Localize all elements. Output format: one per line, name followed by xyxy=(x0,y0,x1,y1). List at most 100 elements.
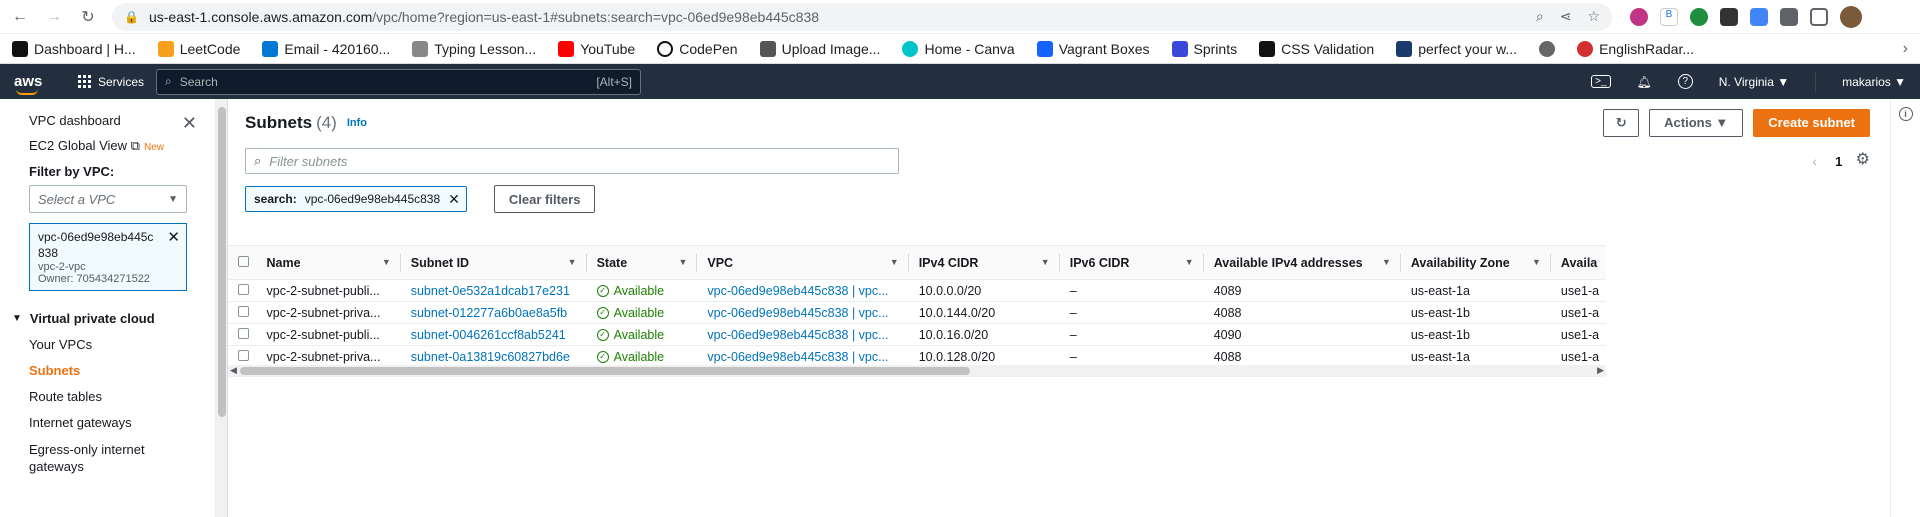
sidebar-item-your-vpcs[interactable]: Your VPCs xyxy=(29,337,215,352)
scrollbar-thumb[interactable] xyxy=(240,367,970,375)
refresh-button[interactable]: ↻ xyxy=(1603,108,1640,137)
aws-search-input[interactable]: ⌕ Search [Alt+S] xyxy=(156,68,642,95)
column-header[interactable]: Availa xyxy=(1550,245,1606,280)
sidepanel-icon[interactable] xyxy=(1810,7,1828,26)
sidebar-item-egress-only-gateways[interactable]: Egress-only internet gateways xyxy=(29,441,179,475)
bookmark-item[interactable]: LeetCode xyxy=(157,40,240,57)
bookmark-favicon-icon xyxy=(12,40,28,57)
share-icon[interactable]: ⋖ xyxy=(1560,8,1572,25)
cell-subnet-id[interactable]: subnet-0046261ccf8ab5241 xyxy=(400,323,587,346)
table-row[interactable]: vpc-2-subnet-priva... subnet-012277a6b0a… xyxy=(228,301,1606,324)
sidebar-item-internet-gateways[interactable]: Internet gateways xyxy=(29,415,215,430)
scroll-right-icon[interactable]: ▶ xyxy=(1597,365,1604,376)
caret-down-icon: ▼ xyxy=(12,313,22,324)
close-icon[interactable]: ✕ xyxy=(182,113,197,134)
settings-gear-icon[interactable]: ⚙ xyxy=(1856,149,1870,169)
row-checkbox[interactable] xyxy=(238,305,249,317)
forward-icon[interactable]: → xyxy=(44,7,64,27)
account-menu[interactable]: makarios ▼ xyxy=(1842,75,1906,89)
puzzle-icon[interactable] xyxy=(1780,7,1798,26)
cell-vpc[interactable]: vpc-06ed9e98eb445c838 | vpc... xyxy=(697,301,909,324)
scrollbar-thumb[interactable] xyxy=(218,107,226,417)
side-navigation: ✕ VPC dashboard EC2 Global View ⧉ New Fil… xyxy=(0,99,216,517)
profile-avatar[interactable] xyxy=(1840,5,1862,28)
column-header[interactable]: State ▼ xyxy=(586,245,698,280)
remove-token-icon[interactable]: ✕ xyxy=(167,228,180,246)
bookmark-item[interactable]: Vagrant Boxes xyxy=(1036,40,1150,57)
info-link[interactable]: Info xyxy=(347,117,367,129)
sidebar-section-vpc[interactable]: ▼ Virtual private cloud xyxy=(12,311,215,326)
table-row[interactable]: vpc-2-subnet-publi... subnet-0e532a1dcab… xyxy=(228,279,1606,302)
bookmark-item[interactable]: YouTube xyxy=(558,40,635,57)
cell-subnet-id[interactable]: subnet-0e532a1dcab17e231 xyxy=(400,279,587,302)
bookmarks-overflow-icon[interactable]: › xyxy=(1903,40,1908,58)
row-checkbox[interactable] xyxy=(238,327,249,339)
ninja-extension-icon[interactable] xyxy=(1720,7,1738,26)
create-subnet-button[interactable]: Create subnet xyxy=(1753,108,1870,137)
actions-button[interactable]: Actions ▼ xyxy=(1649,108,1744,137)
sidebar-scrollbar[interactable] xyxy=(216,99,228,517)
table-row[interactable]: vpc-2-subnet-publi... subnet-0046261ccf8… xyxy=(228,323,1606,346)
bookmark-favicon-icon xyxy=(1036,40,1053,57)
remove-filter-icon[interactable]: ✕ xyxy=(448,191,460,208)
cloudshell-icon[interactable]: >_ xyxy=(1591,75,1611,88)
column-header[interactable]: Name ▼ xyxy=(256,245,401,280)
scroll-left-icon[interactable]: ◀ xyxy=(230,365,237,376)
bookmark-item[interactable]: CSS Validation xyxy=(1259,40,1374,57)
row-checkbox[interactable] xyxy=(238,283,249,295)
services-menu[interactable]: Services xyxy=(78,74,144,89)
sort-icon: ▼ xyxy=(381,257,391,267)
zoom-icon[interactable]: ⌕ xyxy=(1536,8,1544,25)
b-extension-icon[interactable]: B xyxy=(1660,7,1678,26)
cell-az: us-east-1b xyxy=(1400,323,1551,346)
bookmark-item[interactable]: Dashboard | H... xyxy=(12,40,136,57)
bookmark-item[interactable]: Sprints xyxy=(1171,40,1237,57)
column-header[interactable]: VPC ▼ xyxy=(697,245,909,280)
translate-extension-icon[interactable] xyxy=(1750,7,1768,26)
star-icon[interactable]: ☆ xyxy=(1587,8,1600,25)
column-header[interactable]: IPv6 CIDR ▼ xyxy=(1059,245,1204,280)
clear-filters-button[interactable]: Clear filters xyxy=(493,185,596,213)
grammar-extension-icon[interactable] xyxy=(1690,7,1708,26)
bookmark-item[interactable]: Upload Image... xyxy=(759,40,880,57)
filter-subnets-input[interactable]: ⌕ Filter subnets xyxy=(245,148,899,174)
row-checkbox[interactable] xyxy=(238,349,249,361)
instagram-extension-icon[interactable] xyxy=(1630,7,1648,26)
back-icon[interactable]: ← xyxy=(10,7,30,27)
bookmark-item[interactable]: EnglishRadar... xyxy=(1577,40,1694,57)
sidebar-item-subnets[interactable]: Subnets xyxy=(29,363,215,378)
globe-icon xyxy=(1539,40,1556,57)
cell-subnet-id[interactable]: subnet-012277a6b0ae8a5fb xyxy=(400,301,587,324)
sort-icon: ▼ xyxy=(1381,257,1391,267)
vpc-select[interactable]: Select a VPC ▼ xyxy=(29,185,187,213)
column-header[interactable]: Available IPv4 addresses ▼ xyxy=(1203,245,1401,280)
page-number[interactable]: 1 xyxy=(1835,154,1842,169)
bookmark-item[interactable] xyxy=(1539,40,1556,57)
help-icon[interactable]: ? xyxy=(1677,74,1693,89)
bell-icon[interactable]: 🔔︎ xyxy=(1637,75,1652,89)
cell-vpc[interactable]: vpc-06ed9e98eb445c838 | vpc... xyxy=(697,323,909,346)
bookmark-item[interactable]: Email - 420160... xyxy=(262,40,390,57)
bookmark-item[interactable]: Home - Canva xyxy=(902,40,1015,57)
address-bar[interactable]: 🔒 us-east-1.console.aws.amazon.com/vpc/h… xyxy=(112,2,1612,31)
select-all-checkbox[interactable] xyxy=(238,255,249,267)
sidebar-item-ec2-global-view[interactable]: EC2 Global View ⧉ New xyxy=(29,138,215,154)
table-horizontal-scrollbar[interactable]: ◀ ▶ xyxy=(228,365,1606,377)
column-header[interactable]: IPv4 CIDR ▼ xyxy=(908,245,1060,280)
column-header[interactable]: Availability Zone ▼ xyxy=(1400,245,1551,280)
cell-state: ✓ Available xyxy=(596,350,698,364)
info-icon[interactable]: i xyxy=(1898,107,1913,121)
prev-page-icon[interactable]: ‹ xyxy=(1812,153,1817,169)
cell-vpc[interactable]: vpc-06ed9e98eb445c838 | vpc... xyxy=(697,279,909,302)
bookmark-item[interactable]: Typing Lesson... xyxy=(412,40,536,57)
subnet-count: (4) xyxy=(316,112,337,132)
column-header[interactable]: Subnet ID ▼ xyxy=(400,245,587,280)
bookmark-favicon-icon xyxy=(412,40,429,57)
caret-down-icon: ▼ xyxy=(168,193,178,205)
bookmark-item[interactable]: perfect your w... xyxy=(1396,40,1517,57)
region-selector[interactable]: N. Virginia ▼ xyxy=(1719,75,1789,89)
bookmark-item[interactable]: CodePen xyxy=(657,40,738,57)
reload-icon[interactable]: ↻ xyxy=(78,7,98,27)
aws-logo[interactable]: aws xyxy=(14,73,54,95)
sidebar-item-route-tables[interactable]: Route tables xyxy=(29,389,215,404)
